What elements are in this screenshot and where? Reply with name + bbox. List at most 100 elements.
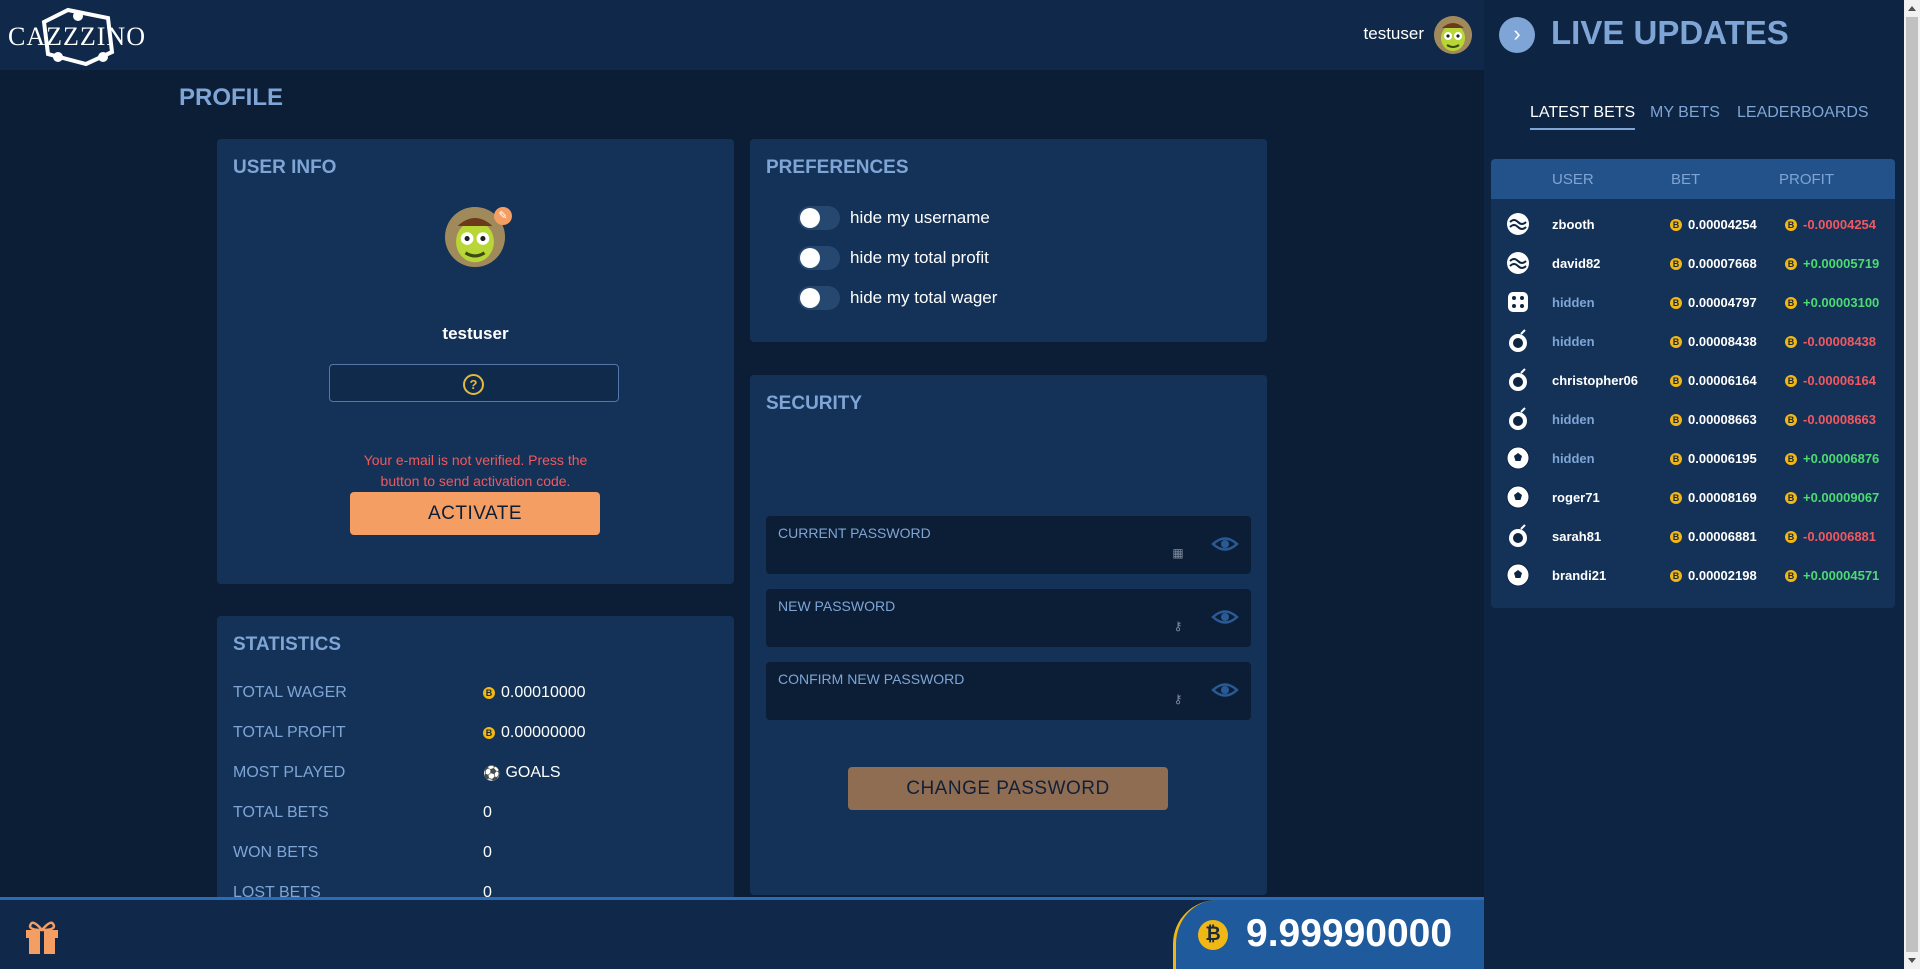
table-row[interactable]: sarah81 B 0.00006881 B -0.00006881 xyxy=(1491,517,1895,556)
current-password-field[interactable]: CURRENT PASSWORD ▦ xyxy=(766,516,1251,574)
security-card: SECURITY CURRENT PASSWORD ▦ NEW PASSWORD… xyxy=(750,375,1267,895)
bet-user[interactable]: brandi21 xyxy=(1552,568,1606,583)
page-scrollbar[interactable] xyxy=(1904,0,1920,969)
bottom-bar: ₿ 9.99990000 xyxy=(0,897,1484,969)
new-password-label: NEW PASSWORD xyxy=(778,598,896,614)
bet-amount: B 0.00006164 xyxy=(1670,373,1757,388)
bet-amount-text: 0.00008169 xyxy=(1688,490,1757,505)
table-row[interactable]: christopher06 B 0.00006164 B -0.00006164 xyxy=(1491,361,1895,400)
stat-row-most-played: MOST PLAYED ⚽ GOALS xyxy=(233,764,713,788)
bet-profit: B -0.00006881 xyxy=(1785,529,1876,544)
hide-profit-toggle[interactable] xyxy=(798,246,840,270)
stat-row-total-profit: TOTAL PROFIT B 0.00000000 xyxy=(233,724,713,748)
bet-user[interactable]: hidden xyxy=(1552,412,1595,427)
scroll-thumb[interactable] xyxy=(1906,17,1918,952)
pref-label: hide my total wager xyxy=(850,288,998,307)
stat-label: TOTAL PROFIT xyxy=(233,724,346,741)
scroll-down-arrow-icon[interactable] xyxy=(1908,958,1916,963)
header-avatar[interactable] xyxy=(1434,16,1472,54)
activate-button[interactable]: ACTIVATE xyxy=(350,492,600,535)
bitcoin-coin-icon: B xyxy=(1670,374,1682,387)
email-warning: Your e-mail is not verified. Press the b… xyxy=(363,452,588,489)
preferences-card: PREFERENCES hide my username hide my tot… xyxy=(750,139,1267,342)
hide-wager-toggle[interactable] xyxy=(798,286,840,310)
bet-profit-text: +0.00005719 xyxy=(1803,256,1880,271)
tab-leaderboards[interactable]: LEADERBOARDS xyxy=(1737,104,1869,128)
bet-profit: B -0.00004254 xyxy=(1785,217,1876,232)
hilo-icon xyxy=(1507,252,1529,274)
bet-amount-text: 0.00006164 xyxy=(1688,373,1757,388)
header-username[interactable]: testuser xyxy=(1364,24,1424,44)
bet-profit: B +0.00005719 xyxy=(1785,256,1879,271)
soccer-ball-icon xyxy=(1506,563,1530,587)
email-field[interactable]: ? xyxy=(329,364,619,402)
scroll-up-arrow-icon[interactable] xyxy=(1908,6,1916,11)
bitcoin-coin-icon: B xyxy=(1785,452,1797,465)
bitcoin-coin-icon: ₿ xyxy=(1198,920,1228,950)
key-icon[interactable]: ⚷ xyxy=(1170,691,1186,707)
bitcoin-coin-icon: B xyxy=(1670,530,1682,543)
balance-display[interactable]: ₿ 9.99990000 xyxy=(1173,900,1484,969)
bet-amount: B 0.00004797 xyxy=(1670,295,1757,310)
show-password-eye-icon[interactable] xyxy=(1211,533,1239,555)
edit-avatar-icon[interactable]: ✎ xyxy=(494,207,512,225)
table-row[interactable]: hidden B 0.00004797 B +0.00003100 xyxy=(1491,283,1895,322)
confirm-password-field[interactable]: CONFIRM NEW PASSWORD ⚷ xyxy=(766,662,1251,720)
bet-profit: B -0.00006164 xyxy=(1785,373,1876,388)
collapse-panel-chevron-icon[interactable]: › xyxy=(1499,17,1535,53)
table-row[interactable]: hidden B 0.00008663 B -0.00008663 xyxy=(1491,400,1895,439)
bitcoin-coin-icon: B xyxy=(1785,569,1797,582)
profile-username: testuser xyxy=(442,324,509,343)
stat-value: 0 xyxy=(483,844,492,861)
bet-profit-text: -0.00008438 xyxy=(1803,334,1877,349)
key-icon[interactable]: ⚷ xyxy=(1170,618,1186,634)
bet-user[interactable]: zbooth xyxy=(1552,217,1595,232)
bitcoin-coin-icon: B xyxy=(483,727,495,739)
zombie-avatar-icon xyxy=(1434,16,1472,54)
bet-user[interactable]: hidden xyxy=(1552,295,1595,310)
bet-user[interactable]: david82 xyxy=(1552,256,1600,271)
hide-username-toggle[interactable] xyxy=(798,206,840,230)
table-row[interactable]: roger71 B 0.00008169 B +0.00009067 xyxy=(1491,478,1895,517)
show-password-eye-icon[interactable] xyxy=(1211,606,1239,628)
bitcoin-coin-icon: B xyxy=(1785,374,1797,387)
table-row[interactable]: hidden B 0.00006195 B +0.00006876 xyxy=(1491,439,1895,478)
bet-profit-text: -0.00006164 xyxy=(1803,373,1877,388)
table-row[interactable]: zbooth B 0.00004254 B -0.00004254 xyxy=(1491,205,1895,244)
logo-text[interactable]: CAZZZINO xyxy=(8,22,146,52)
statistics-card: STATISTICS TOTAL WAGER B 0.00010000 TOTAL… xyxy=(217,616,734,916)
bet-amount-text: 0.00007668 xyxy=(1688,256,1757,271)
tab-latest-bets[interactable]: LATEST BETS xyxy=(1530,104,1636,130)
password-manager-icon[interactable]: ▦ xyxy=(1170,545,1186,561)
bitcoin-coin-icon: B xyxy=(483,687,495,699)
table-row[interactable]: brandi21 B 0.00002198 B +0.00004571 xyxy=(1491,556,1895,595)
security-title: SECURITY xyxy=(766,393,863,414)
column-header-bet: BET xyxy=(1671,171,1701,188)
stat-row-total-wager: TOTAL WAGER B 0.00010000 xyxy=(233,684,713,708)
soccer-ball-icon xyxy=(1506,485,1530,509)
bitcoin-coin-icon: B xyxy=(1785,218,1797,231)
stat-label: MOST PLAYED xyxy=(233,764,346,781)
bet-amount-text: 0.00004254 xyxy=(1688,217,1757,232)
show-password-eye-icon[interactable] xyxy=(1211,679,1239,701)
tab-my-bets[interactable]: MY BETS xyxy=(1650,104,1720,128)
new-password-field[interactable]: NEW PASSWORD ⚷ xyxy=(766,589,1251,647)
gift-icon[interactable] xyxy=(22,916,62,956)
table-row[interactable]: hidden B 0.00008438 B -0.00008438 xyxy=(1491,322,1895,361)
bet-user[interactable]: roger71 xyxy=(1552,490,1600,505)
bet-user[interactable]: hidden xyxy=(1552,451,1595,466)
bitcoin-coin-icon: B xyxy=(1670,452,1682,465)
bet-user[interactable]: sarah81 xyxy=(1552,529,1601,544)
change-password-button[interactable]: CHANGE PASSWORD xyxy=(848,767,1168,810)
bet-user[interactable]: hidden xyxy=(1552,334,1595,349)
bet-user[interactable]: christopher06 xyxy=(1552,373,1638,388)
bet-amount: B 0.00008663 xyxy=(1670,412,1757,427)
bitcoin-coin-icon: B xyxy=(1670,335,1682,348)
bet-profit-text: -0.00006881 xyxy=(1803,529,1877,544)
bet-amount: B 0.00004254 xyxy=(1670,217,1757,232)
latest-bets-table: USER BET PROFIT zbooth B 0.00004254 B -0.000… xyxy=(1491,159,1895,608)
help-icon[interactable]: ? xyxy=(463,374,484,395)
live-updates-title: LIVE UPDATES xyxy=(1551,14,1789,51)
table-row[interactable]: david82 B 0.00007668 B +0.00005719 xyxy=(1491,244,1895,283)
user-info-card: USER INFO ✎ testuser ? Your e-mail is no… xyxy=(217,139,734,584)
